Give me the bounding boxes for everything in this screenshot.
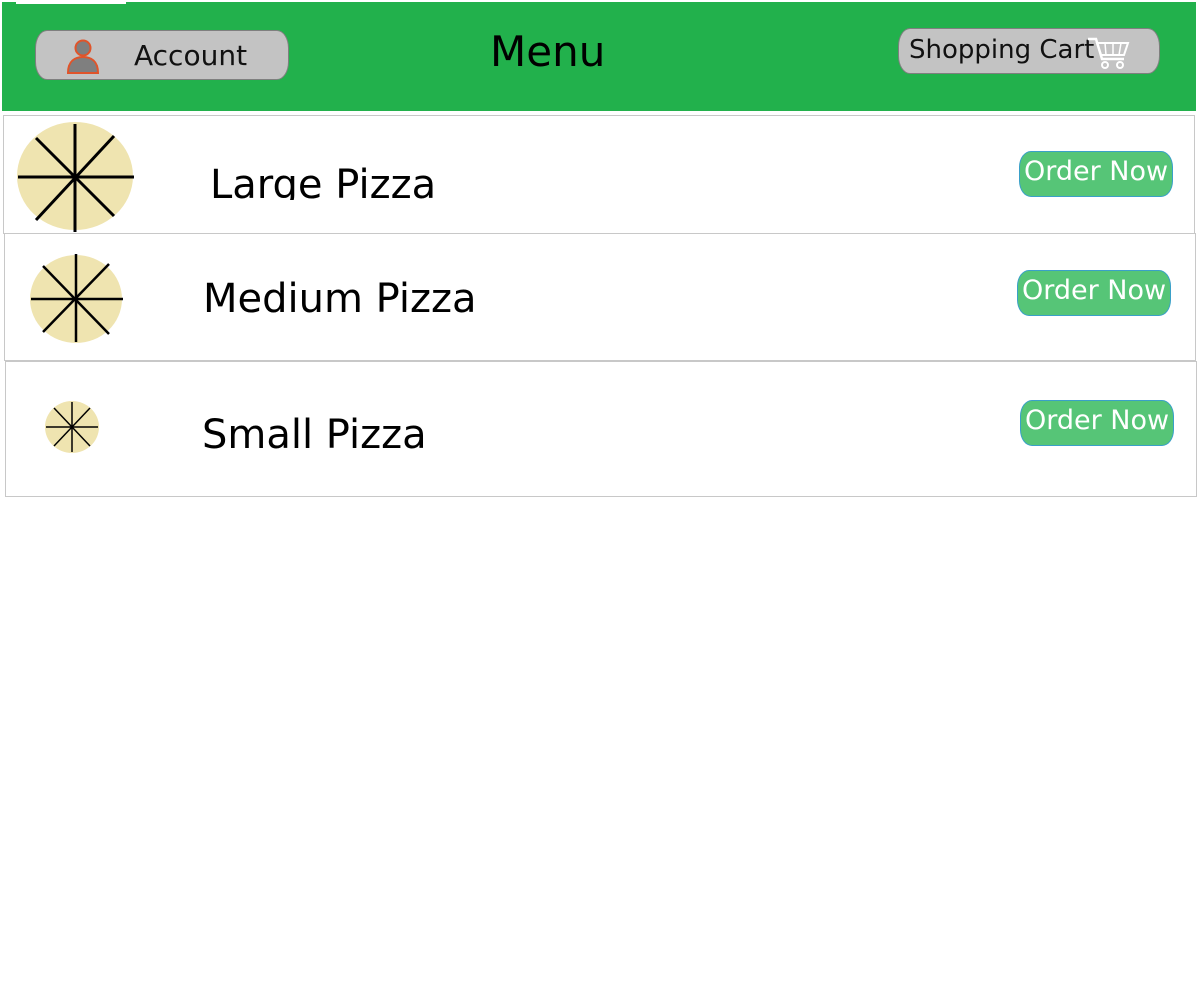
account-button[interactable]: Account [35,30,289,80]
order-now-button[interactable]: Order Now [1020,400,1174,446]
menu-item-small-pizza: Small Pizza Order Now [5,361,1197,497]
user-icon [66,39,100,74]
shopping-cart-icon [1088,37,1130,69]
order-now-button[interactable]: Order Now [1019,151,1173,197]
pizza-icon [30,254,123,343]
header-bar: Account Menu Shopping Cart [2,0,1196,111]
order-now-button[interactable]: Order Now [1017,270,1171,316]
shopping-cart-label: Shopping Cart [909,35,1095,65]
shopping-cart-button[interactable]: Shopping Cart [898,28,1160,74]
menu-item-medium-pizza: Medium Pizza Order Now [4,233,1196,361]
header-tab-notch [16,0,126,4]
page-title: Menu [490,27,606,76]
item-name: Small Pizza [202,412,427,458]
item-name: Large Pizza [210,162,437,200]
pizza-icon [17,122,134,232]
item-name: Medium Pizza [203,276,477,322]
menu-page: Account Menu Shopping Cart Large Pizza O… [0,0,1200,1000]
menu-item-large-pizza: Large Pizza Order Now [3,115,1195,234]
account-label: Account [134,39,248,72]
pizza-icon [45,401,99,453]
